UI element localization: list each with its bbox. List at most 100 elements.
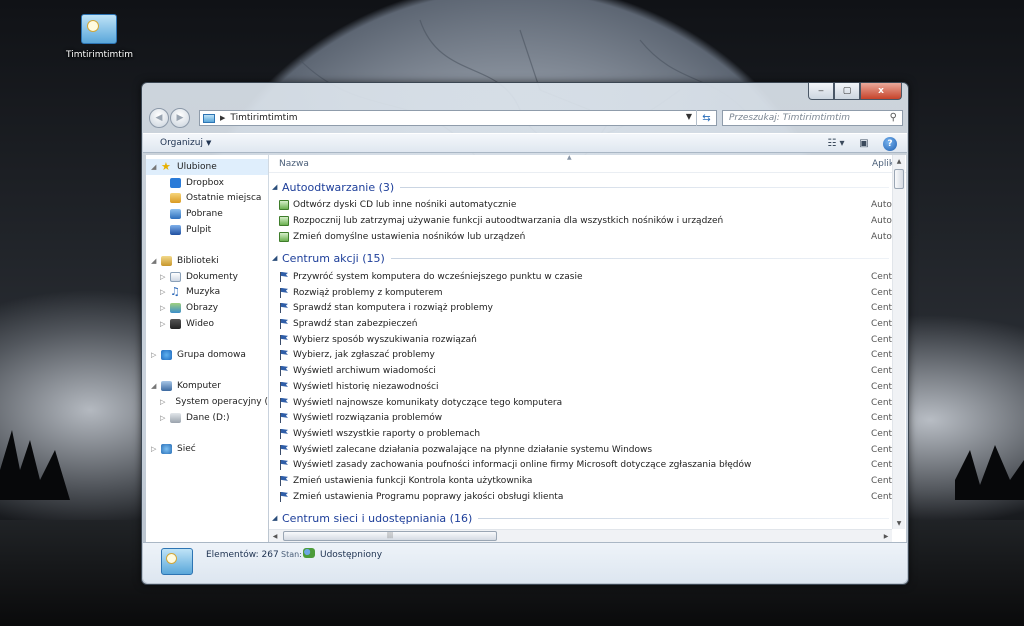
list-item[interactable]: Wyświetl archiwum wiadomości Cent [279, 363, 892, 379]
nav-item-pictures[interactable]: ▷ Obrazy [146, 300, 268, 316]
expand-icon[interactable]: ▷ [160, 320, 165, 328]
vertical-scroll-thumb[interactable] [894, 169, 904, 189]
back-button[interactable]: ◀ [149, 108, 169, 128]
help-button[interactable]: ? [883, 136, 897, 151]
collapse-icon[interactable]: ◢ [272, 514, 282, 522]
horizontal-scroll-thumb[interactable]: ||| [283, 531, 497, 541]
item-app: Cent [871, 334, 893, 345]
nav-network[interactable]: ▷ Sieć [146, 441, 268, 457]
nav-computer[interactable]: ◢ Komputer [146, 379, 268, 395]
list-item[interactable]: Wybierz sposób wyszukiwania rozwiązań Cen… [279, 332, 892, 348]
list-item[interactable]: Wyświetl najnowsze komunikaty dotyczące … [279, 395, 892, 411]
collapse-icon[interactable]: ◢ [151, 257, 156, 265]
list-item[interactable]: Sprawdź stan zabezpieczeń Cent [279, 316, 892, 332]
preview-pane-button[interactable]: ▣ [853, 136, 875, 151]
nav-item-system-drive[interactable]: ▷ System operacyjny ( [146, 394, 268, 410]
flag-icon [279, 475, 289, 486]
nav-item-downloads[interactable]: Pobrane [146, 206, 268, 222]
column-app[interactable]: Aplik [872, 159, 894, 169]
item-app: Cent [871, 475, 893, 486]
breadcrumb-item[interactable]: Timtirimtimtim [230, 113, 297, 123]
list-item[interactable]: Zmień ustawienia funkcji Kontrola konta … [279, 473, 892, 489]
group-header-action-center[interactable]: ◢ Centrum akcji (15) [269, 250, 889, 266]
list-item[interactable]: Rozwiąż problemy z komputerem Cent [279, 285, 892, 301]
minimize-button[interactable]: ‒ [808, 83, 834, 100]
maximize-button[interactable]: ▢ [834, 83, 860, 100]
expand-icon[interactable]: ▷ [160, 414, 165, 422]
music-icon: ♫ [170, 285, 180, 299]
nav-item-music[interactable]: ▷ ♫ Muzyka [146, 285, 268, 301]
libraries-icon [161, 255, 172, 266]
nav-item-data-drive[interactable]: ▷ Dane (D:) [146, 410, 268, 426]
list-item[interactable]: Wybierz, jak zgłaszać problemy Cent [279, 347, 892, 363]
flag-icon [279, 397, 289, 408]
expand-icon[interactable]: ▷ [160, 304, 165, 312]
search-input[interactable]: Przeszukaj: Timtirimtimtim ⚲ [722, 110, 903, 126]
list-item[interactable]: Odtwórz dyski CD lub inne nośniki automa… [279, 197, 892, 213]
view-options-button[interactable]: ☷ ▾ [825, 136, 847, 151]
vertical-scrollbar[interactable]: ▲ ▼ [892, 155, 905, 529]
list-item[interactable]: Przywróć system komputera do wcześniejsz… [279, 269, 892, 285]
address-bar[interactable]: ▶ Timtirimtimtim ▼ ⇆ [199, 110, 717, 126]
scroll-down-icon[interactable]: ▼ [893, 517, 905, 529]
collapse-icon[interactable]: ◢ [151, 382, 156, 390]
recent-places-icon [170, 193, 181, 204]
nav-item-label: Ostatnie miejsca [186, 193, 262, 204]
list-item[interactable]: Wyświetl zalecane działania pozwalające … [279, 442, 892, 458]
collapse-icon[interactable]: ◢ [272, 254, 282, 262]
scroll-right-icon[interactable]: ▶ [880, 530, 892, 542]
navigation-buttons: ◀ ▶ [149, 108, 191, 128]
item-name: Sprawdź stan zabezpieczeń [293, 318, 418, 329]
close-button[interactable]: x [860, 83, 902, 100]
nav-item-recent-places[interactable]: Ostatnie miejsca [146, 190, 268, 206]
column-name[interactable]: Nazwa [279, 159, 309, 169]
list-item[interactable]: Wyświetl rozwiązania problemów Cent [279, 410, 892, 426]
list-item[interactable]: Zmień ustawienia Programu poprawy jakośc… [279, 489, 892, 505]
nav-libraries[interactable]: ◢ Biblioteki [146, 253, 268, 269]
list-item[interactable]: Sprawdź stan komputera i rozwiąż problem… [279, 300, 892, 316]
flag-icon [279, 459, 289, 470]
list-item[interactable]: Rozpocznij lub zatrzymaj używanie funkcj… [279, 213, 892, 229]
expand-icon[interactable]: ▷ [160, 398, 165, 406]
forward-button[interactable]: ▶ [170, 108, 190, 128]
explorer-window: ‒ ▢ x ◀ ▶ ▶ Timtirimtimtim ▼ ⇆ Przeszuka… [141, 82, 909, 585]
refresh-button[interactable]: ⇆ [696, 110, 716, 126]
list-item[interactable]: Wyświetl wszystkie raporty o problemach C… [279, 426, 892, 442]
nav-item-documents[interactable]: ▷ Dokumenty [146, 269, 268, 285]
expand-icon[interactable]: ▷ [160, 273, 165, 281]
item-name: Wyświetl zalecane działania pozwalające … [293, 444, 653, 455]
search-icon[interactable]: ⚲ [890, 112, 897, 123]
horizontal-scrollbar[interactable]: ◀ ||| ▶ [269, 529, 892, 542]
scroll-up-icon[interactable]: ▲ [893, 155, 905, 167]
list-item[interactable]: Zmień domyślne ustawienia nośników lub u… [279, 229, 892, 245]
nav-item-dropbox[interactable]: Dropbox [146, 175, 268, 191]
flag-icon [279, 444, 289, 455]
organize-button[interactable]: Organizuj ▼ [160, 138, 211, 148]
group-header-autoplay[interactable]: ◢ Autoodtwarzanie (3) [269, 179, 889, 195]
documents-icon [170, 271, 181, 282]
nav-item-videos[interactable]: ▷ Wideo [146, 316, 268, 332]
list-item[interactable]: Wyświetl historię niezawodności Cent [279, 379, 892, 395]
item-app: Cent [871, 412, 893, 423]
nav-item-desktop[interactable]: Pulpit [146, 222, 268, 238]
address-dropdown-icon[interactable]: ▼ [686, 112, 692, 121]
item-app: Cent [871, 459, 893, 470]
expand-icon[interactable]: ▷ [151, 351, 156, 359]
breadcrumb-separator-icon[interactable]: ▶ [220, 114, 225, 122]
autoplay-icon [279, 231, 289, 242]
collapse-icon[interactable]: ◢ [272, 183, 282, 191]
state-label: Stan: [281, 550, 302, 559]
scroll-left-icon[interactable]: ◀ [269, 530, 281, 542]
item-app: Auto [871, 231, 892, 242]
collapse-icon[interactable]: ◢ [151, 163, 156, 171]
downloads-icon [170, 208, 181, 219]
nav-homegroup[interactable]: ▷ Grupa domowa [146, 347, 268, 363]
item-name: Zmień ustawienia funkcji Kontrola konta … [293, 475, 533, 486]
desktop-icon-timtirimtimtim[interactable]: Timtirimtimtim [66, 14, 133, 60]
network-icon [161, 444, 172, 455]
expand-icon[interactable]: ▷ [160, 288, 165, 296]
nav-favorites[interactable]: ◢ ★ Ulubione [146, 159, 268, 175]
group-header-network-center[interactable]: ◢ Centrum sieci i udostępniania (16) [269, 510, 889, 526]
expand-icon[interactable]: ▷ [151, 445, 156, 453]
list-item[interactable]: Wyświetl zasady zachowania poufności inf… [279, 457, 892, 473]
